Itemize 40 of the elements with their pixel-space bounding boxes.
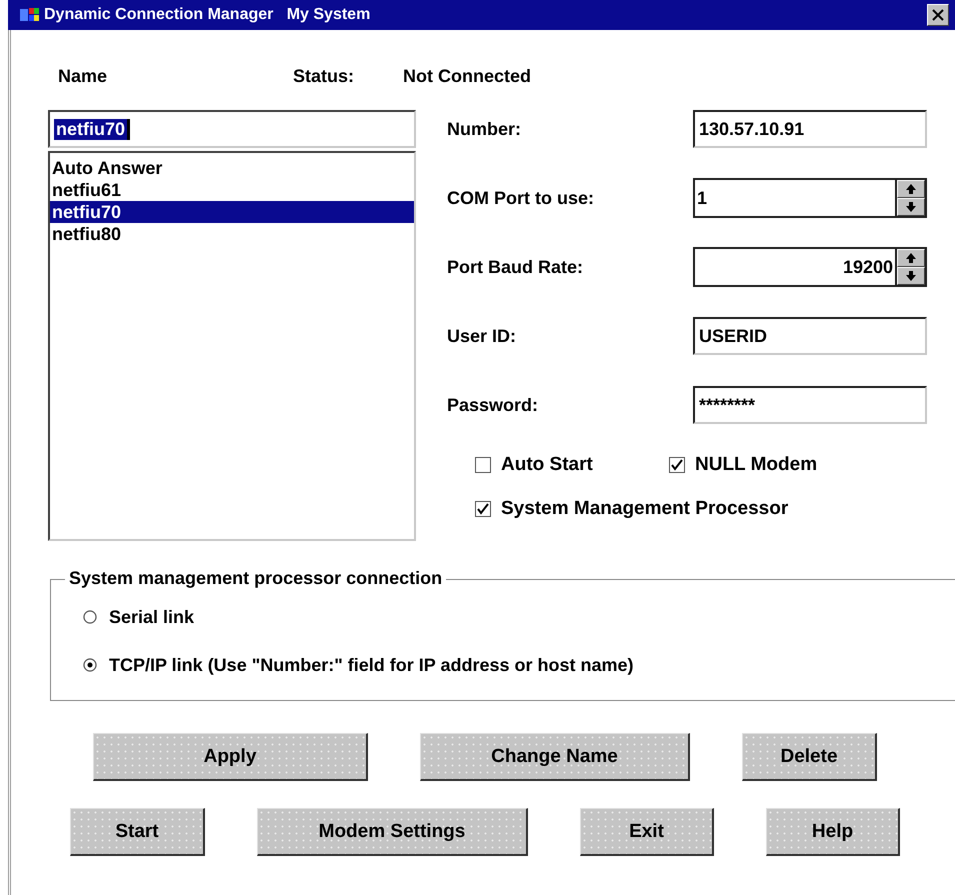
input-field[interactable]: 130.57.10.91 <box>693 110 927 148</box>
radio-label: TCP/IP link (Use "Number:" field for IP address or host name) <box>109 654 634 676</box>
name-label: Name <box>58 66 108 88</box>
list-item[interactable]: netfiu80 <box>50 223 414 245</box>
close-icon <box>932 9 944 21</box>
name-field[interactable]: netfiu70 <box>48 110 416 148</box>
field-label: Port Baud Rate: <box>447 256 584 278</box>
checkbox-label: System Management Processor <box>501 498 788 520</box>
field-label: COM Port to use: <box>447 188 595 208</box>
list-item[interactable]: netfiu61 <box>50 179 414 201</box>
list-item[interactable]: netfiu70 <box>50 201 414 223</box>
radio-button[interactable] <box>83 610 97 624</box>
window-title: Dynamic Connection Manager My System <box>44 6 372 24</box>
dialog-button[interactable]: Apply <box>93 733 368 781</box>
status-value: Not Connected <box>403 66 531 88</box>
close-button[interactable] <box>927 4 949 26</box>
list-item[interactable]: Auto Answer <box>50 157 414 179</box>
dialog-button[interactable]: Start <box>70 808 205 856</box>
checkbox[interactable] <box>669 457 685 473</box>
spin-field[interactable]: 19200 <box>693 247 927 287</box>
input-field[interactable]: USERID <box>693 317 927 355</box>
dialog-button[interactable]: Change Name <box>420 733 690 781</box>
checkbox-label: Auto Start <box>501 454 593 476</box>
field-label: Number: <box>447 118 522 140</box>
field-label: User ID: <box>447 326 518 346</box>
group-title: System management processor connection <box>65 568 446 589</box>
input-field[interactable]: ******** <box>693 386 927 424</box>
spin-field[interactable]: 1 <box>693 178 927 218</box>
dialog-button[interactable]: Help <box>766 808 900 856</box>
status-label: Status: <box>293 66 356 88</box>
dialog-button[interactable]: Modem Settings <box>257 808 528 856</box>
radio-button[interactable] <box>83 658 97 672</box>
checkbox-label: NULL Modem <box>695 454 818 476</box>
app-icon <box>20 7 40 23</box>
radio-label: Serial link <box>109 606 194 628</box>
field-label: Password: <box>447 394 540 416</box>
dialog-button[interactable]: Exit <box>580 808 714 856</box>
checkbox[interactable] <box>475 457 491 473</box>
checkbox[interactable] <box>475 501 491 517</box>
dialog-button[interactable]: Delete <box>742 733 877 781</box>
